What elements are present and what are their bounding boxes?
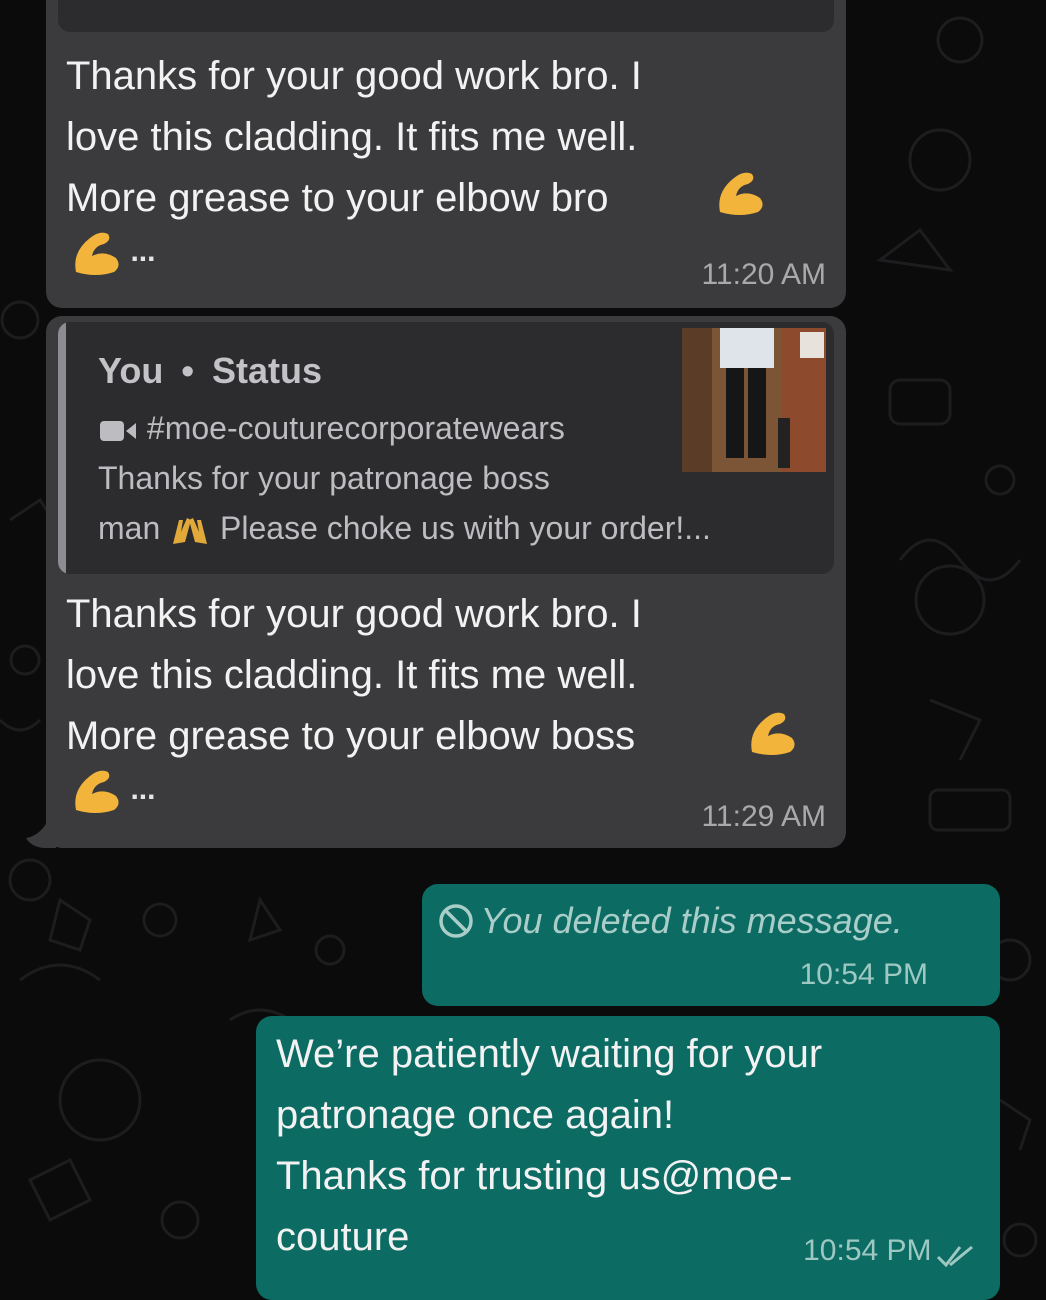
quote-line-3-start: man (98, 510, 161, 546)
quoted-status[interactable]: You • Status #moe-couturecorporatewears … (58, 322, 834, 574)
message-meta: 10:54 PM (803, 1234, 976, 1269)
read-more-ellipsis[interactable]: ... (130, 235, 155, 268)
deleted-message-text: You deleted this message. (480, 900, 903, 941)
second-line-emoji: ... (70, 766, 155, 816)
message-text: We’re patiently waiting for your patrona… (276, 1032, 823, 1259)
quote-hashtag: #moe-couturecorporatewears (146, 410, 565, 446)
flexed-biceps-icon (70, 232, 130, 275)
quote-line-2: Thanks for your patronage boss (98, 460, 550, 496)
quote-line-3: man Please choke us with your order!... (98, 510, 711, 548)
quote-line-1: #moe-couturecorporatewears (98, 410, 565, 447)
message-bubble-outgoing[interactable]: You deleted this message. 10:54 PM (422, 884, 1000, 1006)
quote-separator: • (181, 350, 194, 391)
message-time: 11:20 AM (701, 258, 826, 291)
message-text: Thanks for your good work bro. I love th… (66, 592, 642, 758)
quoted-preview-cut (58, 0, 834, 32)
message-bubble-outgoing[interactable]: We’re patiently waiting for your patrona… (256, 1016, 1000, 1300)
message-time: 10:54 PM (803, 1234, 932, 1267)
message-time: 11:29 AM (701, 800, 826, 833)
message-bubble-incoming[interactable]: Thanks for your good work bro. I love th… (46, 0, 846, 308)
message-bubble-incoming[interactable]: You • Status #moe-couturecorporatewears … (46, 316, 846, 848)
flexed-biceps-icon (714, 168, 770, 216)
quote-header: You • Status (98, 350, 322, 392)
deleted-message-row: You deleted this message. (436, 900, 903, 942)
flexed-biceps-icon (70, 770, 130, 813)
quote-accent-bar (58, 322, 66, 574)
quote-source: Status (211, 350, 322, 391)
message-text: Thanks for your good work bro. I love th… (66, 54, 642, 220)
raising-hands-icon (169, 510, 220, 546)
bubble-tail (26, 814, 56, 848)
quote-line-3-end: Please choke us with your order!... (220, 510, 711, 546)
video-icon (98, 410, 147, 446)
second-line-emoji: ... (70, 228, 155, 278)
status-thumbnail (682, 328, 826, 472)
prohibited-icon (436, 904, 480, 938)
read-more-ellipsis[interactable]: ... (130, 773, 155, 806)
quote-author: You (98, 350, 164, 391)
double-check-icon (936, 1245, 976, 1268)
message-time: 10:54 PM (799, 958, 928, 991)
flexed-biceps-icon (746, 708, 802, 756)
